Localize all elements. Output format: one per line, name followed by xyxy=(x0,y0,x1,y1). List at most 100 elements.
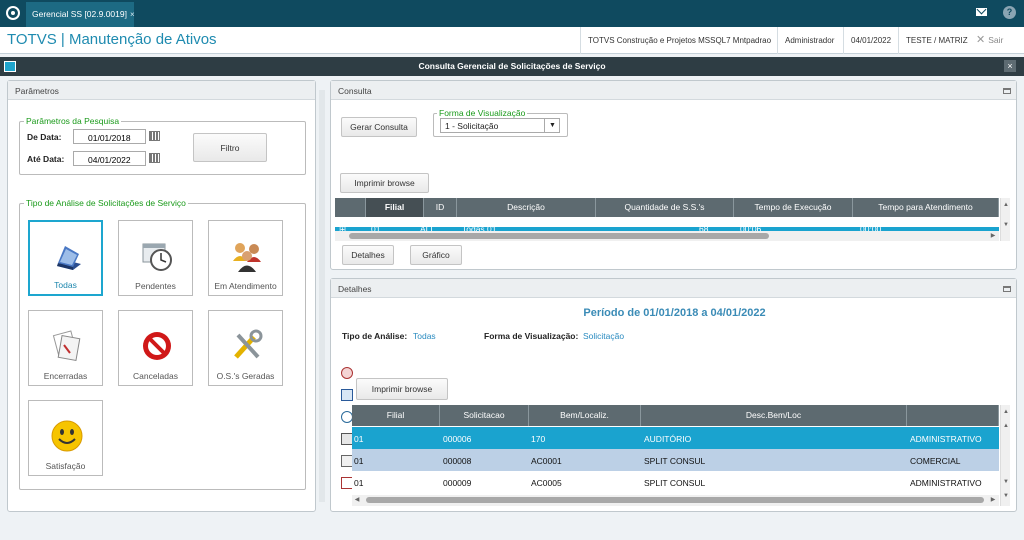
col-header[interactable]: Bem/Localiz. xyxy=(529,405,641,426)
col-header[interactable]: Filial xyxy=(366,198,424,217)
analysis-type-label: Tipo de Análise: xyxy=(342,331,408,341)
details-grid-header: Filial Solicitacao Bem/Localiz. Desc.Bem… xyxy=(352,405,999,426)
view-mode-select[interactable]: 1 - Solicitação ▼ xyxy=(440,118,560,133)
generate-query-button[interactable]: Gerar Consulta xyxy=(341,117,417,137)
app-tab[interactable]: Gerencial SS [02.9.0019] × xyxy=(26,2,135,27)
calendar-icon[interactable] xyxy=(149,131,160,141)
table-row[interactable]: 01 000009 AC0005 SPLIT CONSUL ADMINISTRA… xyxy=(352,471,999,493)
chevron-down-icon[interactable]: ▼ xyxy=(544,119,560,132)
cell: COMERCIAL xyxy=(910,456,961,466)
date-info[interactable]: 04/01/2022 xyxy=(843,27,898,54)
vertical-scrollbar[interactable]: ▲ ▼ xyxy=(1000,198,1010,241)
cell: 170 xyxy=(531,434,546,444)
view-mode-value: 1 - Solicitação xyxy=(445,121,499,131)
col-header[interactable]: Solicitacao xyxy=(440,405,529,426)
col-header[interactable]: Filial xyxy=(352,405,440,426)
params-panel-header: Parâmetros xyxy=(8,81,315,100)
to-date-input[interactable] xyxy=(73,151,146,166)
analysis-type-value: Todas xyxy=(413,331,436,341)
cell: SPLIT CONSUL xyxy=(644,456,706,466)
consulta-grid: Filial ID Descrição Quantidade de S.S.'s… xyxy=(335,198,999,241)
cancel-icon xyxy=(143,332,171,360)
col-header[interactable]: Tempo para Atendimento xyxy=(853,198,999,217)
print-browse-button[interactable]: Imprimir browse xyxy=(356,378,448,400)
cell: 000008 xyxy=(443,456,472,466)
tile-canceladas[interactable]: Canceladas xyxy=(118,310,193,386)
details-grid: Filial Solicitacao Bem/Localiz. Desc.Bem… xyxy=(352,405,999,506)
clock-window-icon xyxy=(142,243,172,271)
from-date-input[interactable] xyxy=(73,129,146,144)
col-header[interactable] xyxy=(907,405,999,426)
minimize-icon[interactable] xyxy=(1003,88,1011,94)
tile-todas[interactable]: Todas xyxy=(28,220,103,296)
scroll-up-arrow[interactable]: ▲ xyxy=(1001,200,1011,210)
minimize-icon[interactable] xyxy=(1003,286,1011,292)
company-info[interactable]: TOTVS Construção e Projetos MSSQL7 Mntpa… xyxy=(580,27,778,54)
col-header[interactable]: Desc.Bem/Loc xyxy=(641,405,907,426)
scroll-right-arrow[interactable]: ▶ xyxy=(988,495,998,505)
col-header[interactable]: Tempo de Execução xyxy=(734,198,853,217)
scroll-top-arrow[interactable]: ▲ xyxy=(1001,407,1011,417)
to-date-label: Até Data: xyxy=(27,154,65,164)
print-browse-button[interactable]: Imprimir browse xyxy=(340,173,429,193)
table-row[interactable]: 01 000006 170 AUDITÓRIO ADMINISTRATIVO xyxy=(352,427,999,449)
scroll-down-arrow[interactable]: ▼ xyxy=(1001,220,1011,230)
view-mode-value: Solicitação xyxy=(583,331,625,341)
scrollbar-thumb[interactable] xyxy=(366,497,984,503)
table-row[interactable]: 01 000008 AC0001 SPLIT CONSUL COMERCIAL xyxy=(352,449,999,471)
user-info[interactable]: Administrador xyxy=(777,27,841,54)
tile-em-atendimento[interactable]: Em Atendimento xyxy=(208,220,283,296)
window-title: Consulta Gerencial de Solicitações de Se… xyxy=(418,61,606,71)
cell: 01 xyxy=(354,456,364,466)
scroll-up-arrow[interactable]: ▲ xyxy=(1001,421,1011,431)
tab-close-icon[interactable]: × xyxy=(130,10,135,19)
col-header[interactable]: ID xyxy=(424,198,457,217)
col-header[interactable]: Descrição xyxy=(457,198,596,217)
search-person-icon[interactable] xyxy=(341,367,353,379)
horizontal-scrollbar[interactable]: ◀ ▶ xyxy=(352,495,999,506)
mail-icon[interactable] xyxy=(976,8,987,16)
help-icon[interactable]: ? xyxy=(1003,6,1016,19)
scroll-bottom-arrow[interactable]: ▼ xyxy=(1001,491,1011,501)
top-bar xyxy=(0,0,1024,27)
tile-os-geradas[interactable]: O.S.'s Geradas xyxy=(208,310,283,386)
scroll-down-arrow[interactable]: ▼ xyxy=(1001,477,1011,487)
tile-label: Canceladas xyxy=(133,371,178,381)
scroll-right-arrow[interactable]: ▶ xyxy=(988,231,998,241)
calendar-icon[interactable] xyxy=(149,153,160,163)
horizontal-scrollbar[interactable]: ▶ xyxy=(335,231,999,241)
cell: 01 xyxy=(354,434,364,444)
scroll-left-arrow[interactable]: ◀ xyxy=(352,495,362,505)
tile-encerradas[interactable]: Encerradas xyxy=(28,310,103,386)
exit-icon: ✕ xyxy=(976,34,986,46)
filter-button[interactable]: Filtro xyxy=(193,133,267,162)
book-stack-icon xyxy=(57,246,81,270)
cell: ADMINISTRATIVO xyxy=(910,434,982,444)
exit-button[interactable]: ✕ Sair xyxy=(976,27,1003,54)
window-close-button[interactable]: × xyxy=(1004,60,1016,72)
scrollbar-thumb[interactable] xyxy=(349,233,769,239)
vertical-scrollbar[interactable]: ▲ ▲ ▼ ▼ xyxy=(1000,405,1010,506)
cell: ADMINISTRATIVO xyxy=(910,478,982,488)
tools-icon xyxy=(234,329,263,359)
window-icon xyxy=(4,61,16,72)
tile-satisfacao[interactable]: Satisfação xyxy=(28,400,103,476)
chart-button[interactable]: Gráfico xyxy=(410,245,462,265)
cell: 000006 xyxy=(443,434,472,444)
totvs-logo-icon[interactable] xyxy=(6,6,20,20)
consulta-panel-header: Consulta xyxy=(331,81,1016,100)
branch-info[interactable]: TESTE / MATRIZ xyxy=(898,27,975,54)
detalhes-panel: Detalhes Período de 01/01/2018 a 04/01/2… xyxy=(330,278,1017,512)
tile-label: Satisfação xyxy=(45,461,86,471)
tile-pendentes[interactable]: Pendentes xyxy=(118,220,193,296)
tile-label: Pendentes xyxy=(135,281,176,291)
app-title: TOTVS | Manutenção de Ativos xyxy=(7,31,217,48)
app-tab-label: Gerencial SS [02.9.0019] xyxy=(32,9,127,19)
people-group-icon xyxy=(233,243,261,272)
document-icon[interactable] xyxy=(341,389,353,401)
details-button[interactable]: Detalhes xyxy=(342,245,394,265)
detalhes-panel-header: Detalhes xyxy=(331,279,1016,298)
tile-label: O.S.'s Geradas xyxy=(216,371,275,381)
panel-splitter[interactable] xyxy=(319,90,325,502)
col-header[interactable]: Quantidade de S.S.'s xyxy=(596,198,734,217)
